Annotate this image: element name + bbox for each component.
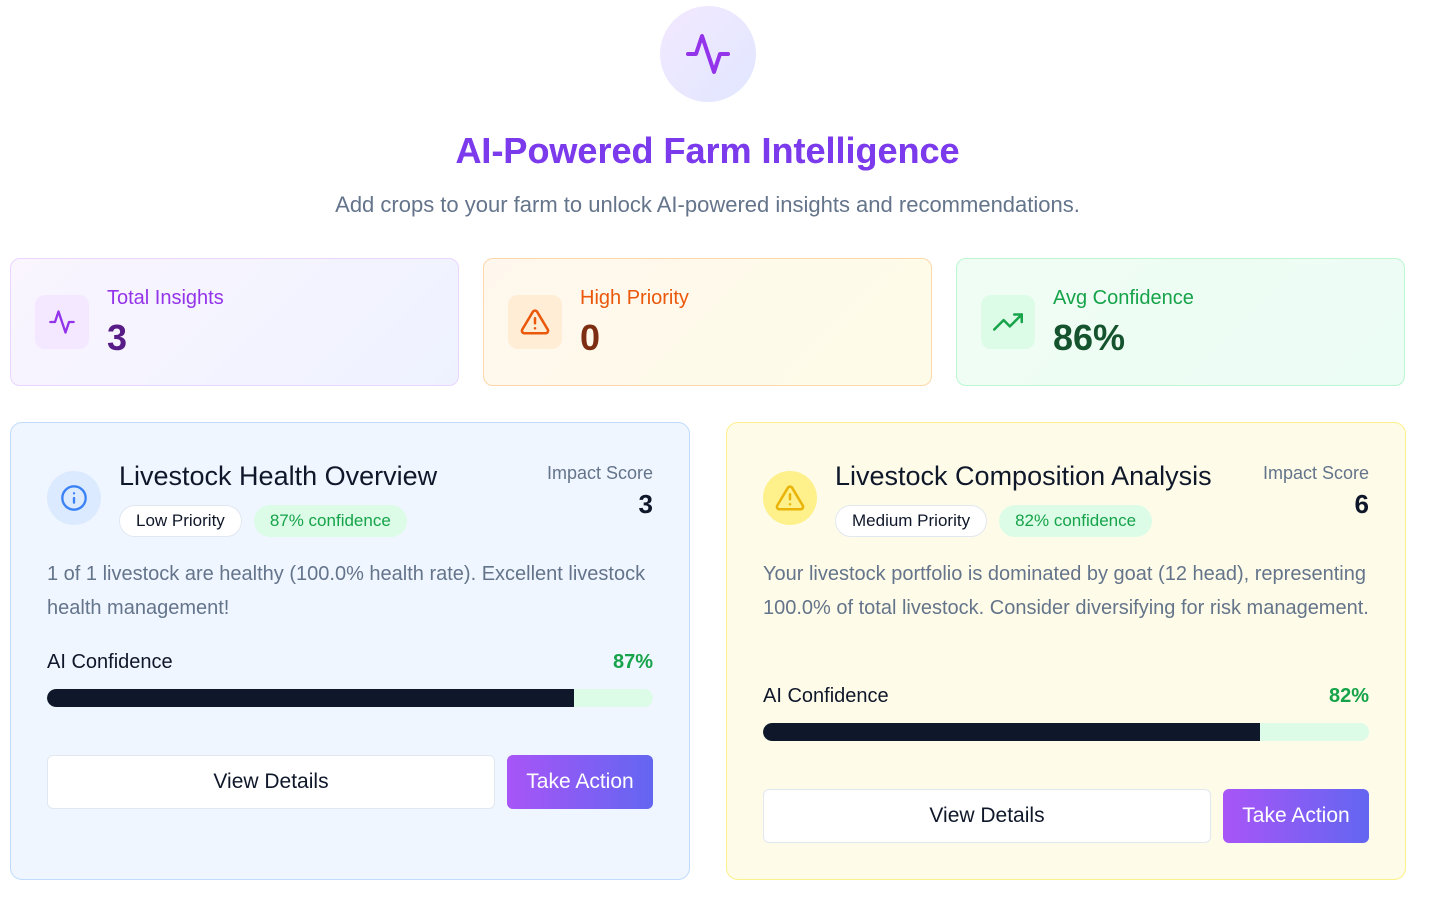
ai-confidence-row: AI Confidence 87% [47,651,653,679]
view-details-button[interactable]: View Details [47,755,495,809]
impact-score-label: Impact Score [546,463,653,483]
insight-badges: Medium Priority 82% confidence [835,505,1153,537]
alert-triangle-icon [775,485,805,511]
view-details-button[interactable]: View Details [763,789,1211,843]
stat-value: 3 [107,317,128,358]
stat-icon-box [35,295,89,349]
ai-confidence-value: 87% [612,651,653,673]
ai-confidence-bar-fill [47,689,575,707]
ai-confidence-label: AI Confidence [47,651,173,673]
stat-label: Total Insights [107,287,224,309]
insight-icon-circle [47,471,101,525]
alert-triangle-icon [520,309,550,335]
insight-title: Livestock Composition Analysis [835,461,1212,491]
stat-value: 86% [1053,317,1126,358]
page-subtitle: Add crops to your farm to unlock AI-powe… [335,192,1080,217]
insight-description: Your livestock portfolio is dominated by… [763,563,1369,619]
ai-confidence-value: 82% [1328,685,1369,707]
take-action-button[interactable]: Take Action [507,755,653,809]
ai-confidence-bar [47,689,653,707]
page-title: AI-Powered Farm Intelligence [0,130,1415,172]
insight-icon-circle [763,471,817,525]
ai-confidence-row: AI Confidence 82% [763,685,1369,713]
stat-icon-box [508,295,562,349]
hero-activity-badge [660,6,756,102]
insight-title: Livestock Health Overview [119,461,438,491]
stat-value: 0 [580,317,601,358]
stat-card-high-priority: High Priority 0 [483,258,932,386]
impact-score-value: 6 [1354,489,1369,519]
stat-label: Avg Confidence [1053,287,1194,309]
stat-icon-box [981,295,1035,349]
take-action-button[interactable]: Take Action [1223,789,1369,843]
priority-badge: Medium Priority [835,505,988,537]
activity-icon [686,34,730,74]
ai-confidence-label: AI Confidence [763,685,889,707]
insight-card-livestock-health: Livestock Health Overview Low Priority 8… [10,422,690,880]
confidence-badge: 82% confidence [999,505,1153,537]
impact-score-label: Impact Score [1262,463,1369,483]
trending-up-icon [993,313,1023,331]
insight-badges: Low Priority 87% confidence [119,505,407,537]
ai-confidence-bar-fill [763,723,1260,741]
priority-badge: Low Priority [119,505,242,537]
stat-card-total-insights: Total Insights 3 [10,258,459,386]
impact-score-value: 3 [638,489,653,519]
ai-confidence-bar [763,723,1369,741]
stat-card-avg-confidence: Avg Confidence 86% [956,258,1405,386]
stat-label: High Priority [580,287,689,309]
confidence-badge: 87% confidence [253,505,407,537]
insight-card-livestock-composition: Livestock Composition Analysis Medium Pr… [726,422,1406,880]
info-icon [61,485,87,511]
activity-icon [49,310,75,334]
insight-description: 1 of 1 livestock are healthy (100.0% hea… [47,563,646,619]
